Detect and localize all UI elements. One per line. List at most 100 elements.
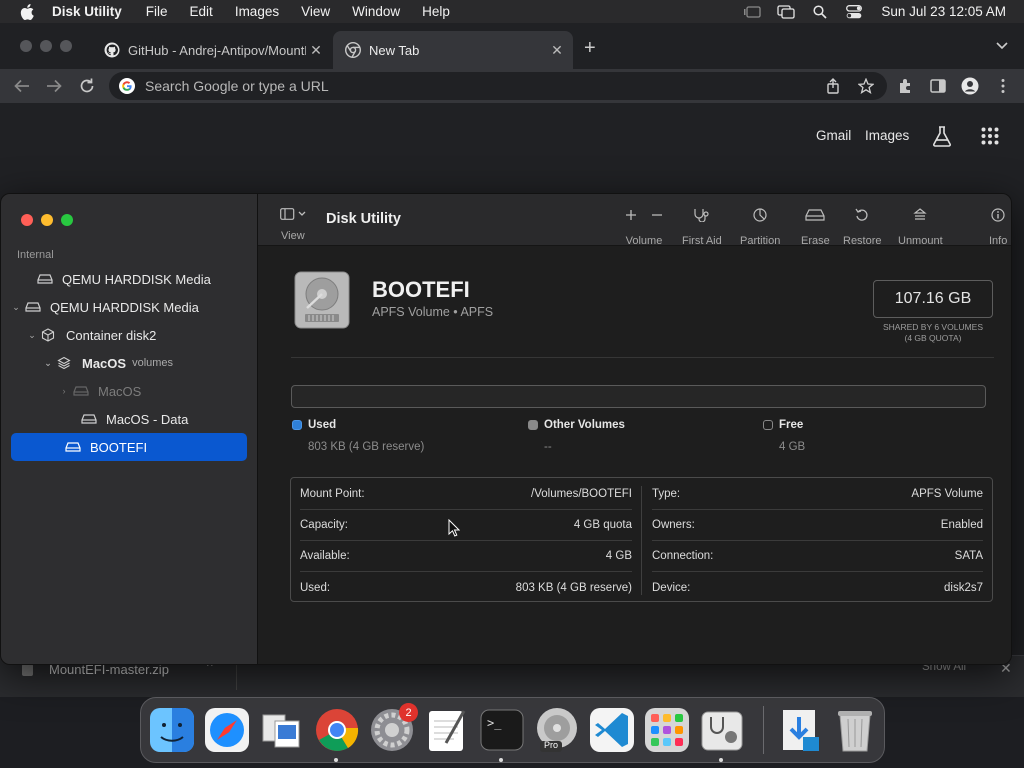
- internal-drive-icon: [294, 271, 350, 329]
- downloads-stack-icon[interactable]: [777, 707, 823, 753]
- sidebar-item-container-disk2[interactable]: ⌄ Container disk2: [11, 321, 247, 349]
- info-key: Device:: [652, 581, 691, 594]
- info-key: Available:: [300, 550, 350, 562]
- add-remove-volume-icon: [625, 206, 663, 224]
- launchpad-icon[interactable]: [644, 707, 690, 753]
- finder-icon[interactable]: [149, 707, 195, 753]
- trash-icon[interactable]: [832, 707, 878, 753]
- textedit-icon[interactable]: [424, 707, 470, 753]
- safari-icon[interactable]: [204, 707, 250, 753]
- kebab-menu-icon[interactable]: [994, 77, 1012, 95]
- legend-other-volumes: Other Volumes --: [528, 419, 625, 453]
- running-indicator: [334, 758, 338, 762]
- browser-minimize-button[interactable]: [40, 40, 52, 52]
- share-icon[interactable]: [825, 78, 841, 94]
- bookmark-star-icon[interactable]: [858, 78, 874, 94]
- info-value: Enabled: [940, 519, 983, 531]
- menu-window[interactable]: Window: [352, 4, 400, 19]
- sidebar-item-label: QEMU HARDDISK Media: [50, 299, 199, 315]
- tab-close-icon[interactable]: ✕: [547, 42, 567, 59]
- apple-icon[interactable]: [20, 3, 34, 20]
- menu-app-name[interactable]: Disk Utility: [52, 4, 122, 19]
- info-value: disk2s7: [944, 581, 983, 594]
- sidebar-item-qemu-disk-2[interactable]: ⌄ QEMU HARDDISK Media: [11, 293, 247, 321]
- disclosure-collapsed-icon[interactable]: ›: [59, 386, 69, 396]
- sidebar-view-icon[interactable]: [280, 208, 308, 220]
- unmount-button[interactable]: Unmount: [898, 206, 943, 247]
- first-aid-label: First Aid: [682, 235, 722, 247]
- tab-search-chevron-icon[interactable]: [996, 39, 1008, 51]
- sidebar-item-macos[interactable]: › MacOS: [11, 377, 247, 405]
- sidebar-item-qemu-disk-1[interactable]: QEMU HARDDISK Media: [11, 265, 247, 293]
- sidebar-item-bootefi[interactable]: BOOTEFI: [11, 433, 247, 461]
- volume-button[interactable]: Volume: [625, 206, 663, 247]
- first-aid-button[interactable]: First Aid: [682, 206, 722, 247]
- unmount-eject-icon: [913, 206, 928, 224]
- container-cube-icon: [41, 328, 59, 342]
- used-swatch: [292, 420, 302, 430]
- info-key: Type:: [652, 488, 681, 500]
- erase-button[interactable]: Erase: [801, 206, 830, 247]
- stethoscope-icon: [693, 206, 711, 224]
- disclosure-expanded-icon[interactable]: ⌄: [27, 330, 37, 341]
- omnibox[interactable]: Search Google or type a URL: [109, 72, 887, 100]
- info-left-column: Mount Point: /Volumes/BOOTEFI Capacity: 4 …: [291, 478, 641, 601]
- spotlight-search-icon[interactable]: [811, 4, 829, 19]
- disk-utility-dock-icon[interactable]: [699, 707, 745, 753]
- github-icon: [104, 42, 120, 58]
- menu-edit[interactable]: Edit: [190, 4, 213, 19]
- disclosure-expanded-icon[interactable]: ⌄: [11, 302, 21, 313]
- restore-label: Restore: [843, 235, 882, 247]
- menu-clock[interactable]: Sun Jul 23 12:05 AM: [881, 4, 1006, 19]
- menu-view[interactable]: View: [301, 4, 330, 19]
- terminal-icon[interactable]: >_: [479, 707, 525, 753]
- menu-file[interactable]: File: [146, 4, 168, 19]
- legend-free: Free 4 GB: [763, 419, 805, 453]
- stage-manager-icon[interactable]: [743, 5, 762, 19]
- forward-arrow-icon[interactable]: [45, 77, 63, 95]
- reload-icon[interactable]: [78, 77, 96, 95]
- disclosure-expanded-icon[interactable]: ⌄: [43, 358, 53, 369]
- erase-label: Erase: [801, 235, 830, 247]
- browser-zoom-button[interactable]: [60, 40, 72, 52]
- profile-avatar-icon[interactable]: [961, 77, 979, 95]
- google-chrome-icon[interactable]: [314, 707, 360, 753]
- images-link[interactable]: Images: [865, 128, 909, 143]
- control-center-icon[interactable]: [845, 4, 863, 19]
- restore-button[interactable]: Restore: [843, 206, 882, 247]
- browser-window-controls: [20, 40, 80, 52]
- close-button[interactable]: [21, 214, 33, 226]
- screen-mirroring-icon[interactable]: [777, 4, 796, 19]
- info-button[interactable]: Info: [989, 206, 1007, 247]
- menu-help[interactable]: Help: [422, 4, 450, 19]
- labs-flask-icon[interactable]: [931, 125, 953, 147]
- google-apps-grid-icon[interactable]: [981, 127, 999, 145]
- zoom-button[interactable]: [61, 214, 73, 226]
- view-label[interactable]: View: [281, 230, 305, 242]
- back-arrow-icon[interactable]: [13, 77, 31, 95]
- visual-studio-code-icon[interactable]: [589, 707, 635, 753]
- partition-button[interactable]: Partition: [740, 206, 780, 247]
- info-value: SATA: [954, 550, 983, 562]
- tab-new-tab[interactable]: New Tab ✕: [333, 31, 573, 69]
- erase-drive-icon: [805, 206, 825, 224]
- browser-close-button[interactable]: [20, 40, 32, 52]
- pie-partition-icon: [753, 206, 767, 224]
- minimize-button[interactable]: [41, 214, 53, 226]
- sidebar-item-macos-data[interactable]: MacOS - Data: [11, 405, 247, 433]
- tab-github[interactable]: GitHub - Andrej-Antipov/MountEFI ✕: [92, 31, 332, 69]
- legend-value: 4 GB: [779, 441, 806, 453]
- gmail-link[interactable]: Gmail: [816, 128, 851, 143]
- info-key: Owners:: [652, 519, 695, 531]
- tab-close-icon[interactable]: ✕: [306, 42, 326, 59]
- hard-drive-icon: [37, 272, 55, 286]
- tab-title: GitHub - Andrej-Antipov/MountEFI: [128, 42, 306, 58]
- sidebar-item-macos-volumes[interactable]: ⌄ MacOS volumes: [11, 349, 247, 377]
- preview-icon[interactable]: [259, 707, 305, 753]
- extensions-puzzle-icon[interactable]: [897, 77, 915, 95]
- info-column-divider: [641, 486, 642, 595]
- side-panel-icon[interactable]: [929, 77, 947, 95]
- menu-images[interactable]: Images: [235, 4, 279, 19]
- new-tab-plus-icon[interactable]: +: [584, 37, 596, 60]
- omnibox-placeholder: Search Google or type a URL: [145, 78, 329, 94]
